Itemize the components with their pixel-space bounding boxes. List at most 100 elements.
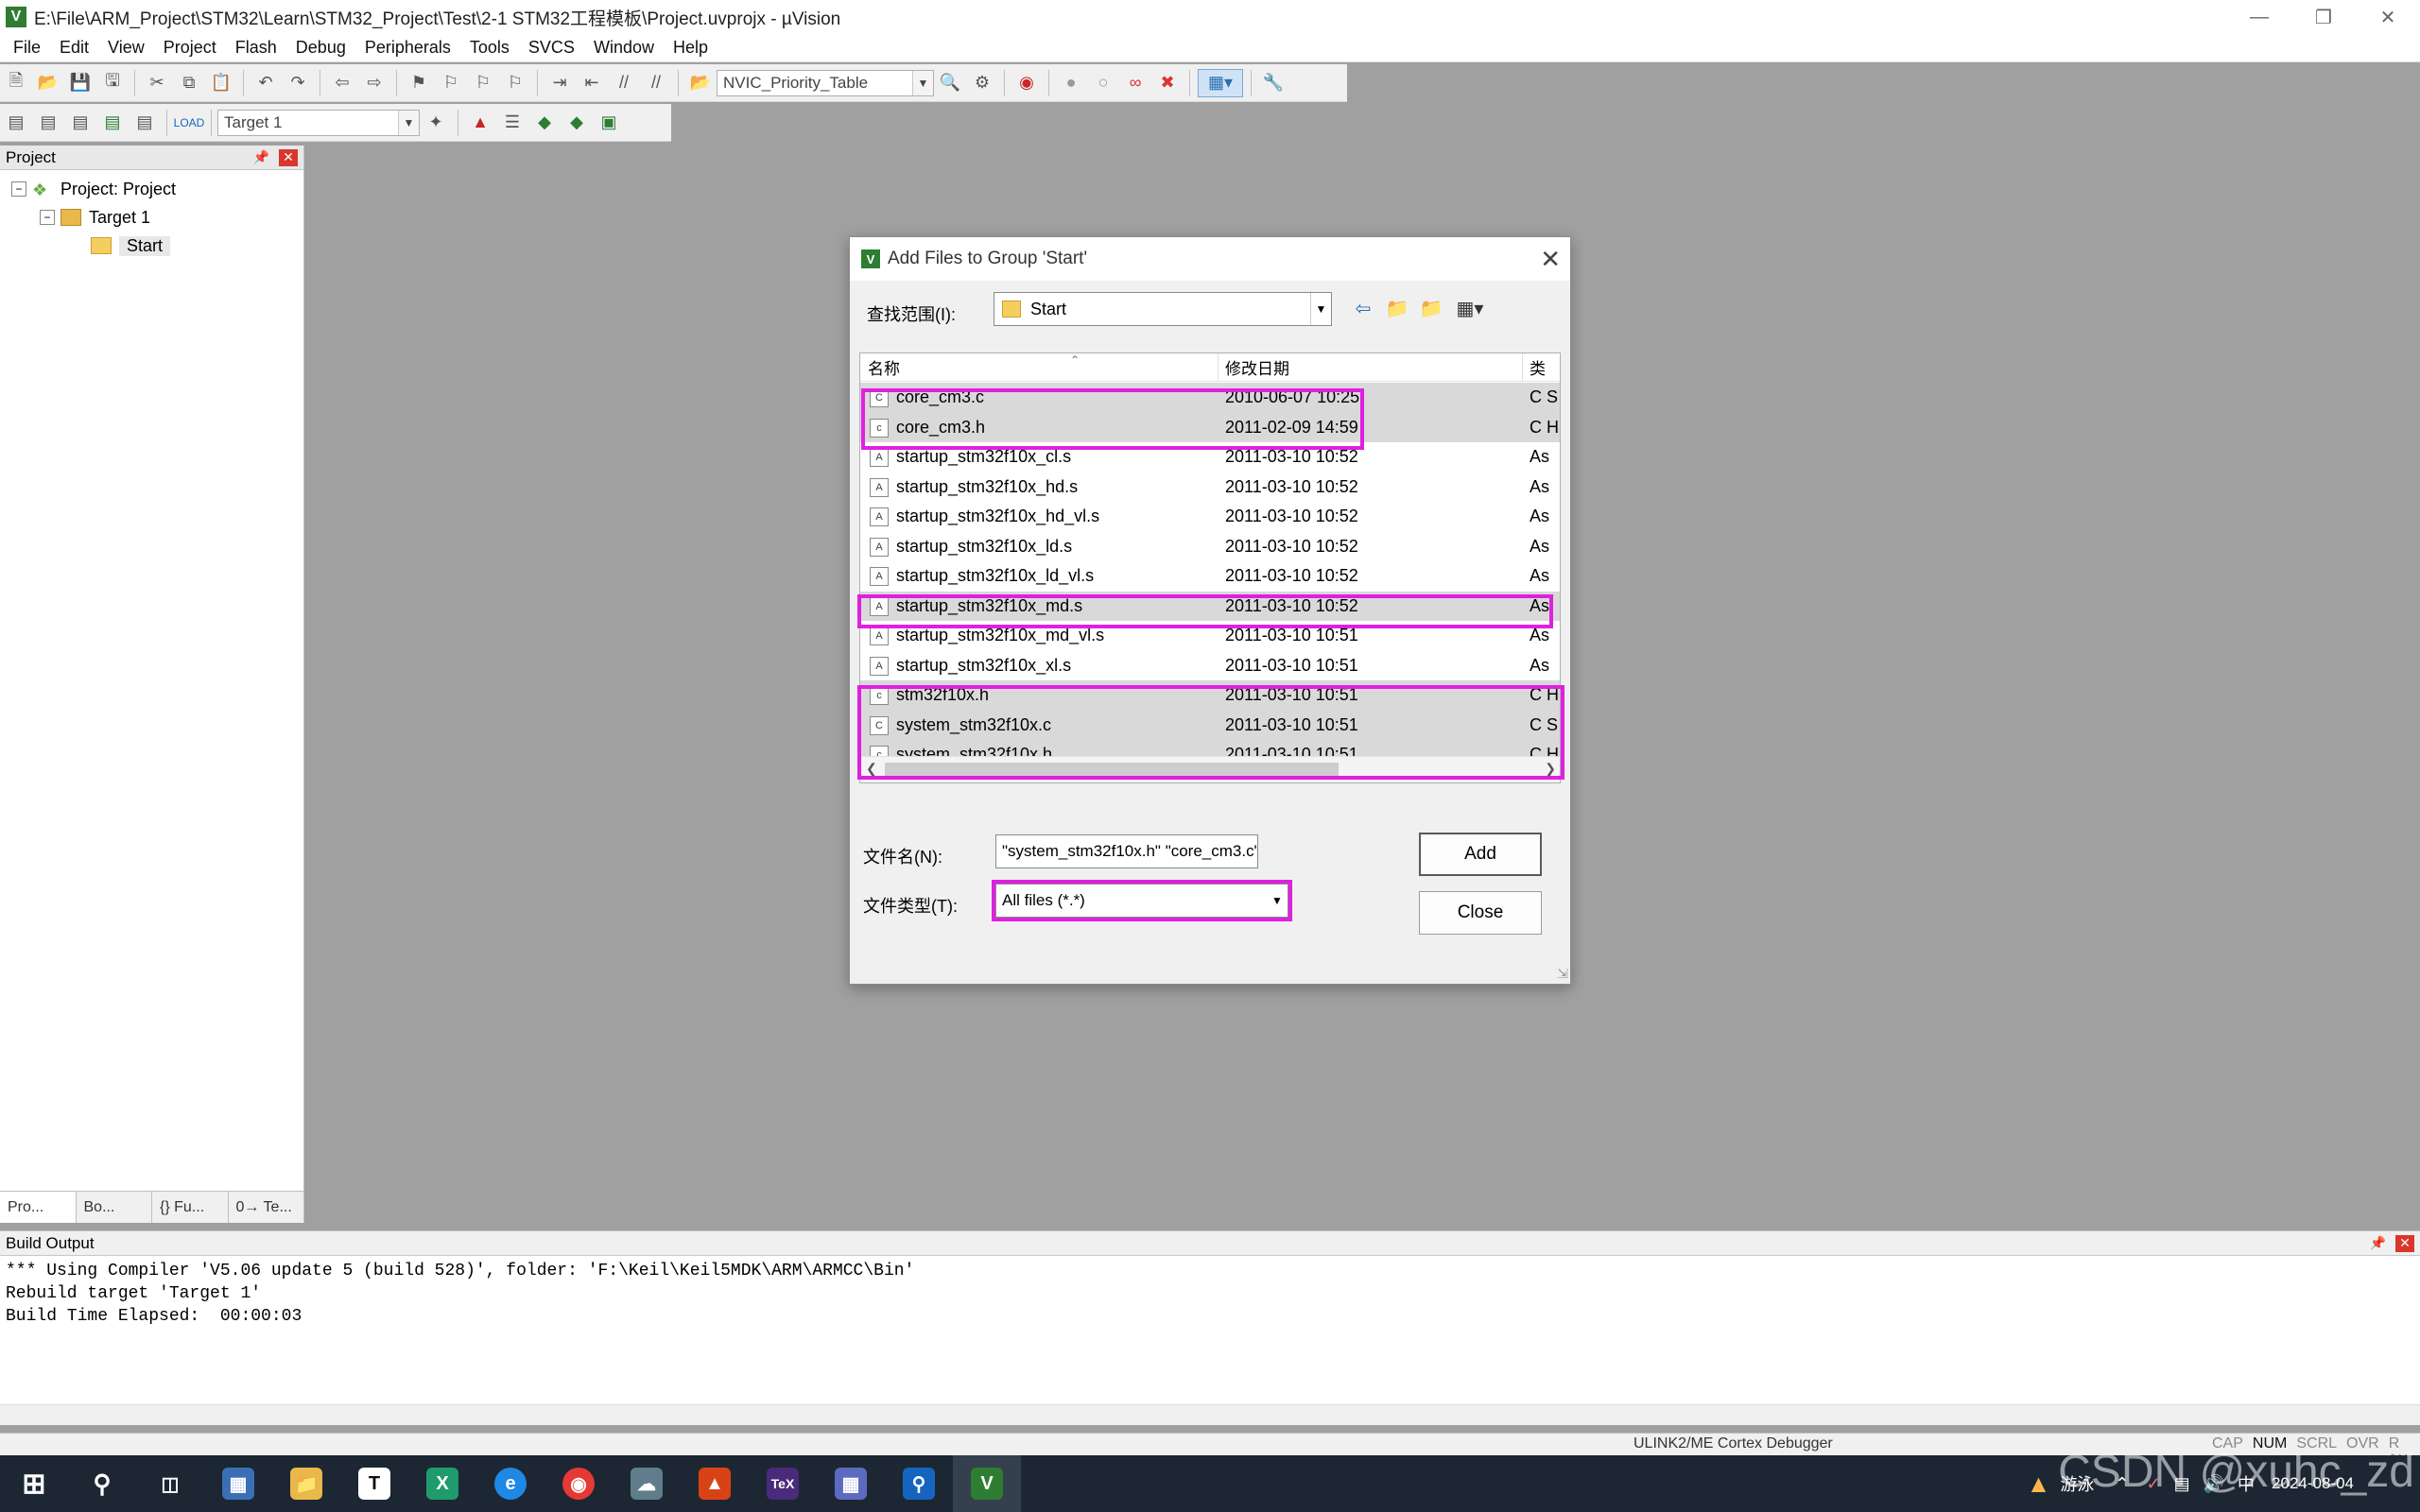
build-icon[interactable]: ▤ [34, 109, 62, 137]
copy-icon[interactable]: ⧉ [175, 69, 203, 97]
task-view-button[interactable]: ◫ [136, 1455, 204, 1512]
debug-session-icon[interactable]: ◉ [1012, 69, 1041, 97]
taskbar-app-tex[interactable]: TeX [749, 1455, 817, 1512]
menu-svcs[interactable]: SVCS [528, 38, 575, 58]
download-icon[interactable]: LOAD [174, 109, 205, 137]
breakpoint-icon[interactable]: ● [1057, 69, 1085, 97]
nav-back-icon[interactable]: ⇦ [328, 69, 356, 97]
comment-icon[interactable]: // [610, 69, 638, 97]
ime-app-icon[interactable]: ▲ [2027, 1469, 2051, 1499]
translate-icon[interactable]: ▤ [2, 109, 30, 137]
tab-project[interactable]: Pro... [0, 1192, 77, 1223]
taskbar-app-xmind[interactable]: X [408, 1455, 476, 1512]
file-row[interactable]: Astartup_stm32f10x_hd_vl.s 2011-03-10 10:… [860, 502, 1560, 532]
filetype-combo[interactable]: All files (*.*) ▼ [995, 884, 1288, 918]
kill-all-breakpoints-icon[interactable]: ✖ [1153, 69, 1182, 97]
back-arrow-icon[interactable]: ⇦ [1349, 294, 1377, 322]
file-row[interactable]: Astartup_stm32f10x_hd.s 2011-03-10 10:52 A… [860, 472, 1560, 503]
col-name-header[interactable]: 名称 [868, 355, 900, 379]
file-row[interactable]: c stm32f10x.h 2011-03-10 10:51 C H [860, 680, 1560, 711]
window-layout-icon[interactable]: ▦▾ [1198, 68, 1243, 97]
rebuild-icon[interactable]: ▤ [66, 109, 95, 137]
tree-group-start[interactable]: Start [91, 232, 171, 259]
up-folder-icon[interactable]: 📁 [1383, 294, 1411, 322]
menu-peripherals[interactable]: Peripherals [365, 38, 451, 58]
target-options-icon[interactable]: ✦ [422, 109, 450, 137]
file-row[interactable]: Ccore_cm3.c 2010-06-07 10:25 C S [860, 383, 1560, 413]
chevron-down-icon[interactable]: ▼ [1310, 293, 1331, 325]
prev-bookmark-icon[interactable]: ⚐ [437, 69, 465, 97]
unindent-icon[interactable]: ⇤ [578, 69, 606, 97]
device-icon[interactable]: ▣ [595, 109, 623, 137]
indent-icon[interactable]: ⇥ [545, 69, 574, 97]
view-menu-icon[interactable]: ▦▾ [1451, 294, 1489, 322]
column-divider[interactable] [1218, 353, 1219, 382]
find-in-files-icon[interactable]: 📂 [686, 69, 715, 97]
collapse-icon[interactable]: − [40, 210, 55, 225]
horizontal-scrollbar[interactable]: ❮ ❯ [860, 756, 1560, 782]
taskbar-app-chrome[interactable]: ◉ [544, 1455, 613, 1512]
resize-grip-icon[interactable]: ⇲ [1557, 966, 1568, 982]
taskbar-app-pdf[interactable]: ▲ [681, 1455, 749, 1512]
save-icon[interactable]: 💾 [66, 69, 95, 97]
nav-forward-icon[interactable]: ⇨ [360, 69, 389, 97]
file-row[interactable]: c core_cm3.h 2011-02-09 14:59 C H [860, 412, 1560, 442]
restore-button[interactable]: ❐ [2291, 0, 2356, 34]
target-combo[interactable]: Target 1 ▼ [217, 109, 420, 136]
collapse-icon[interactable]: − [11, 181, 26, 197]
incremental-find-icon[interactable]: ⚙ [968, 69, 996, 97]
configure-icon[interactable]: 🔧 [1259, 69, 1288, 97]
file-row[interactable]: Astartup_stm32f10x_ld_vl.s 2011-03-10 10:… [860, 561, 1560, 592]
new-folder-icon[interactable]: 📁 [1417, 294, 1445, 322]
cut-icon[interactable]: ✂ [143, 69, 171, 97]
taskbar-app-calculator[interactable]: ▦ [204, 1455, 272, 1512]
taskbar-app-wechat[interactable]: ☁ [613, 1455, 681, 1512]
tab-templates[interactable]: 0→ Te... [229, 1192, 304, 1223]
close-icon[interactable]: ✕ [279, 148, 298, 166]
find-icon[interactable]: 🔍 [936, 69, 964, 97]
menu-tools[interactable]: Tools [470, 38, 510, 58]
new-file-icon[interactable]: 🗎 [2, 69, 30, 97]
select-packs-icon[interactable]: ☰ [498, 109, 527, 137]
redo-icon[interactable]: ↷ [284, 69, 312, 97]
col-type-header[interactable]: 类 [1530, 355, 1546, 379]
find-combo[interactable]: NVIC_Priority_Table ▼ [717, 69, 934, 96]
file-row[interactable]: Csystem_stm32f10x.c 2011-03-10 10:51 C S [860, 710, 1560, 740]
close-icon[interactable]: ✕ [2395, 1234, 2414, 1252]
close-window-button[interactable]: ✕ [2356, 0, 2420, 34]
next-bookmark-icon[interactable]: ⚐ [469, 69, 497, 97]
save-all-icon[interactable]: 🖫 [98, 69, 127, 97]
tab-functions[interactable]: {} Fu... [152, 1192, 229, 1223]
clear-bookmarks-icon[interactable]: ⚐ [501, 69, 529, 97]
chevron-down-icon[interactable]: ▼ [912, 70, 933, 95]
start-button[interactable]: ⊞ [0, 1455, 68, 1512]
minimize-button[interactable]: — [2227, 0, 2291, 34]
taskbar-app-uvision[interactable]: V [953, 1455, 1021, 1512]
file-row[interactable]: Astartup_stm32f10x_xl.s 2011-03-10 10:51 A… [860, 651, 1560, 681]
pin-icon[interactable]: 📌 [253, 149, 269, 165]
file-row[interactable]: Astartup_stm32f10x_ld.s 2011-03-10 10:52 A… [860, 532, 1560, 562]
taskbar-app-edge[interactable]: e [476, 1455, 544, 1512]
bookmark-icon[interactable]: ⚑ [405, 69, 433, 97]
stop-build-icon[interactable]: ▤ [130, 109, 159, 137]
horizontal-scrollbar[interactable] [0, 1404, 2420, 1425]
tree-target[interactable]: − Target 1 [40, 204, 150, 231]
chevron-down-icon[interactable]: ▼ [1267, 885, 1288, 917]
menu-edit[interactable]: Edit [60, 38, 89, 58]
menu-help[interactable]: Help [673, 38, 708, 58]
menu-file[interactable]: File [13, 38, 41, 58]
taskbar-app-typora[interactable]: T [340, 1455, 408, 1512]
pin-icon[interactable]: 📌 [2370, 1235, 2386, 1251]
pack-installer-icon[interactable]: ◆ [562, 109, 591, 137]
open-folder-icon[interactable]: 📂 [34, 69, 62, 97]
manage-rte-icon[interactable]: ◆ [530, 109, 559, 137]
close-button[interactable]: Close [1419, 891, 1542, 935]
menu-debug[interactable]: Debug [296, 38, 346, 58]
taskbar-app-search[interactable]: ⚲ [885, 1455, 953, 1512]
menu-view[interactable]: View [108, 38, 145, 58]
close-icon[interactable]: ✕ [1540, 245, 1561, 274]
file-row[interactable]: Astartup_stm32f10x_md.s 2011-03-10 10:52 A… [860, 591, 1560, 621]
paste-icon[interactable]: 📋 [207, 69, 235, 97]
col-date-header[interactable]: 修改日期 [1225, 355, 1289, 379]
menu-project[interactable]: Project [164, 38, 216, 58]
